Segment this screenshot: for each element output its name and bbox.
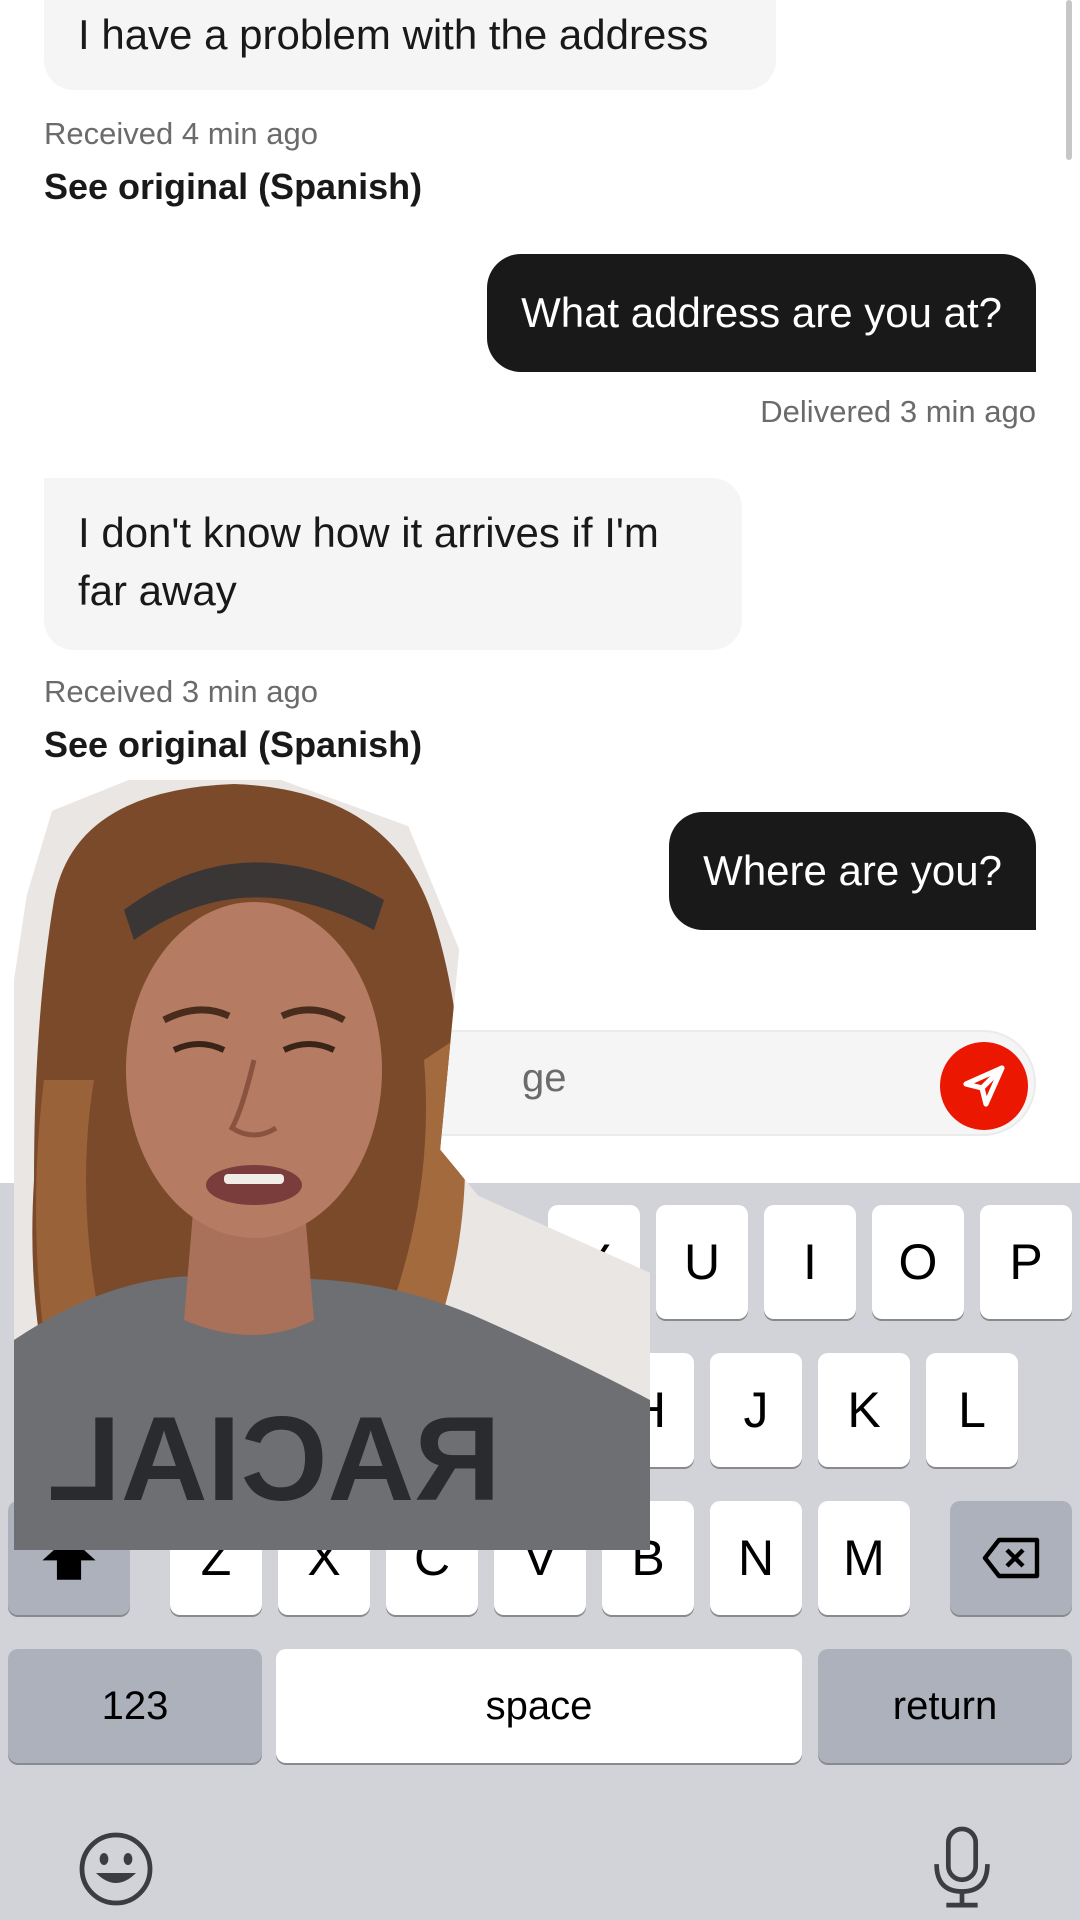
sent-message-bubble: What address are you at? <box>487 254 1036 372</box>
message-text: What address are you at? <box>521 289 1002 336</box>
send-button[interactable] <box>940 1042 1028 1130</box>
return-key[interactable]: return <box>818 1649 1072 1763</box>
message-timestamp: Received 4 min ago <box>44 116 318 151</box>
video-overlay: RACIAL <box>14 780 650 1550</box>
key-l[interactable]: L <box>926 1353 1018 1467</box>
numbers-key[interactable]: 123 <box>8 1649 262 1763</box>
key-o[interactable]: O <box>872 1205 964 1319</box>
see-original-link[interactable]: See original (Spanish) <box>44 724 422 766</box>
shirt-text: RACIAL <box>47 1392 500 1526</box>
send-icon <box>963 1065 1005 1107</box>
key-p[interactable]: P <box>980 1205 1072 1319</box>
key-j[interactable]: J <box>710 1353 802 1467</box>
message-timestamp: Received 3 min ago <box>44 674 318 709</box>
received-message-bubble: I don't know how it arrives if I'm far a… <box>44 478 742 650</box>
message-text: I have a problem with the address <box>78 11 709 58</box>
key-k[interactable]: K <box>818 1353 910 1467</box>
dictation-button[interactable] <box>922 1825 1002 1911</box>
backspace-icon <box>982 1537 1040 1579</box>
message-text: Where are you? <box>703 847 1002 894</box>
microphone-icon <box>934 1826 990 1908</box>
key-m[interactable]: M <box>818 1501 910 1615</box>
message-text-line: I don't know how it arrives if I'm <box>78 509 659 556</box>
message-text-line: far away <box>78 567 237 614</box>
message-timestamp: Delivered 3 min ago <box>760 394 1036 429</box>
key-n[interactable]: N <box>710 1501 802 1615</box>
emoji-button[interactable] <box>76 1829 156 1909</box>
key-i[interactable]: I <box>764 1205 856 1319</box>
see-original-link[interactable]: See original (Spanish) <box>44 166 422 208</box>
space-key[interactable]: space <box>276 1649 802 1763</box>
key-u[interactable]: U <box>656 1205 748 1319</box>
scrollbar[interactable] <box>1066 0 1072 160</box>
emoji-icon <box>79 1832 153 1906</box>
person-video-frame: RACIAL <box>14 780 650 1550</box>
received-message-bubble: I have a problem with the address <box>44 0 776 90</box>
sent-message-bubble: Where are you? <box>669 812 1036 930</box>
delete-key[interactable] <box>950 1501 1072 1615</box>
